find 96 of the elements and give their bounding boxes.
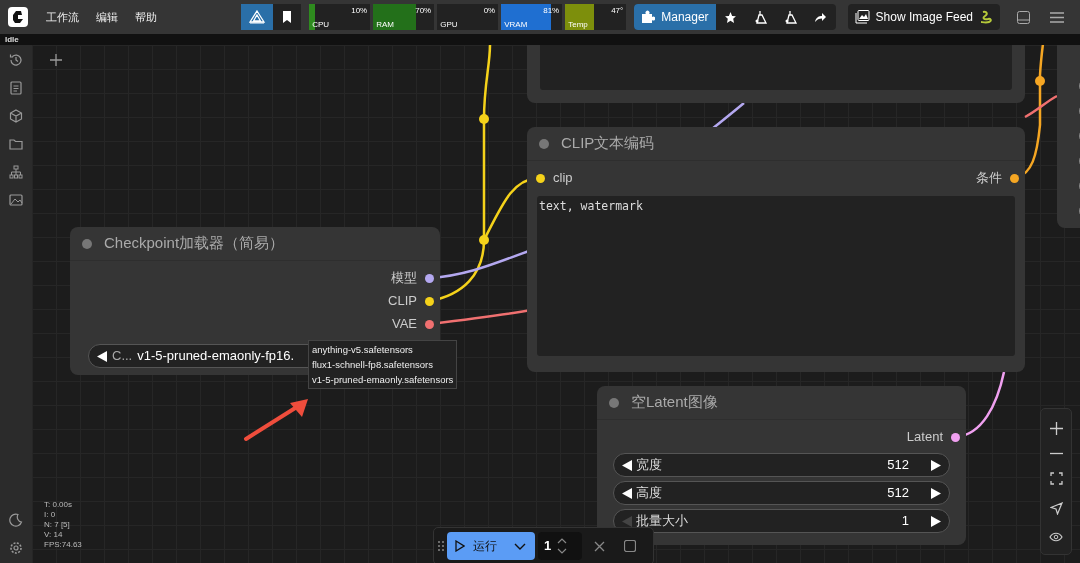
add-icon[interactable]	[50, 54, 62, 66]
meter-reading: 10%	[351, 6, 368, 15]
moon-icon[interactable]	[9, 513, 23, 527]
node-card[interactable]: CLIP文本编码 clip 条件 text, watermark	[527, 127, 1025, 372]
puzzle-icon	[641, 10, 656, 24]
select-label: C...	[112, 347, 133, 366]
menu-item[interactable]: 工作流	[40, 4, 85, 30]
output-port[interactable]	[1010, 173, 1019, 183]
chevron-down-icon	[514, 542, 526, 550]
cube-icon[interactable]	[9, 109, 23, 123]
dropdown-option[interactable]: v1-5-pruned-emaonly.safetensors	[312, 372, 454, 387]
output-label: CLIP	[388, 292, 417, 311]
drag-handle-icon[interactable]	[438, 540, 444, 552]
app-logo[interactable]	[8, 7, 28, 27]
panel-icon	[1016, 10, 1030, 24]
output-label: Latent	[906, 428, 943, 447]
manager-button[interactable]: Manager	[634, 4, 716, 30]
number-value: 512	[887, 456, 909, 475]
navigation-icon[interactable]	[1049, 501, 1063, 515]
hierarchy-icon[interactable]	[9, 165, 23, 179]
meter-label: VRAM	[504, 20, 528, 29]
stat-text: V: 14	[44, 530, 64, 540]
number-value: 1	[901, 512, 909, 531]
increment-icon[interactable]	[931, 459, 941, 471]
input-label: clip	[553, 169, 573, 188]
output-port[interactable]	[951, 432, 960, 442]
snake-icon	[979, 10, 993, 24]
zoom-out-icon[interactable]	[1049, 451, 1063, 455]
eye-icon[interactable]	[1049, 531, 1063, 542]
output-label: VAE	[391, 315, 417, 334]
node-title: CLIP文本编码	[561, 133, 655, 154]
meter-label: CPU	[312, 20, 330, 29]
number-input[interactable]: 宽度 512	[613, 453, 950, 477]
folder-icon[interactable]	[9, 137, 23, 151]
share-icon	[814, 11, 828, 23]
select-value: v1-5-pruned-emaonly-fp16.	[137, 347, 295, 366]
node-title: Checkpoint加载器（简易）	[104, 233, 285, 254]
meter-reading: 81%	[543, 6, 560, 15]
broom-icon	[783, 10, 798, 24]
broom-icon	[753, 10, 768, 24]
stat-text: I: 0	[44, 510, 57, 520]
meter-label: GPU	[440, 20, 458, 29]
meter-reading: 0%	[483, 6, 496, 15]
menu-item[interactable]: 帮助	[129, 4, 163, 30]
stat-text: FPS:74.63	[44, 540, 82, 550]
decrement-icon[interactable]	[622, 487, 632, 499]
node-title: 空Latent图像	[631, 392, 718, 413]
number-input[interactable]: 高度 512	[613, 481, 950, 505]
node-card[interactable]	[527, 45, 1025, 103]
close-icon	[593, 540, 605, 552]
node-canvas[interactable]	[32, 45, 1080, 563]
stepper-icon[interactable]	[557, 536, 568, 556]
link-wire	[711, 102, 745, 130]
image-icon[interactable]	[9, 193, 23, 207]
meter-label: Temp	[568, 20, 588, 29]
output-label: 模型	[391, 269, 417, 288]
workflow-icon-button[interactable]	[241, 4, 274, 30]
left-arrow-icon[interactable]	[97, 350, 107, 362]
bookmark-button[interactable]	[273, 4, 302, 30]
document-icon[interactable]	[9, 81, 23, 95]
number-label: 批量大小	[636, 512, 688, 531]
annotation-arrow	[242, 397, 310, 443]
menu-icon	[1050, 11, 1064, 23]
menu-item[interactable]: 编辑	[90, 4, 124, 30]
play-icon	[455, 540, 465, 552]
input-port[interactable]	[536, 173, 545, 183]
output-port[interactable]	[425, 273, 434, 283]
increment-icon[interactable]	[931, 515, 941, 527]
number-value: 512	[887, 484, 909, 503]
meter-reading: 47°	[611, 6, 624, 15]
zoom-in-icon[interactable]	[1049, 421, 1063, 435]
output-label: 条件	[976, 169, 1002, 188]
batch-count-field[interactable]: 1	[538, 532, 582, 560]
output-port[interactable]	[425, 296, 434, 306]
meter-reading: 70%	[415, 6, 432, 15]
logo-icon	[11, 10, 25, 24]
triangle-icon	[248, 10, 267, 24]
settings-icon[interactable]	[9, 541, 23, 555]
meter-label: RAM	[376, 20, 394, 29]
images-icon	[854, 10, 870, 24]
number-label: 宽度	[636, 456, 662, 475]
fit-view-icon[interactable]	[1049, 471, 1063, 485]
star-icon	[724, 10, 738, 24]
node-card[interactable]: 空Latent图像 Latent 宽度 512 高度 512 批量大小 1	[597, 386, 966, 545]
output-port[interactable]	[425, 319, 434, 329]
stat-text: T: 0.00s	[44, 500, 73, 510]
history-icon[interactable]	[9, 53, 23, 67]
image-feed-button[interactable]: Show Image Feed	[847, 4, 1000, 30]
stat-text: N: 7 [5]	[44, 520, 71, 530]
bookmark-icon	[282, 11, 293, 23]
text-area[interactable]: text, watermark	[537, 196, 1015, 356]
status-text: Idle	[5, 34, 19, 45]
increment-icon[interactable]	[931, 487, 941, 499]
number-input[interactable]: 批量大小 1	[613, 509, 950, 533]
decrement-icon[interactable]	[622, 459, 632, 471]
number-label: 高度	[636, 484, 662, 503]
